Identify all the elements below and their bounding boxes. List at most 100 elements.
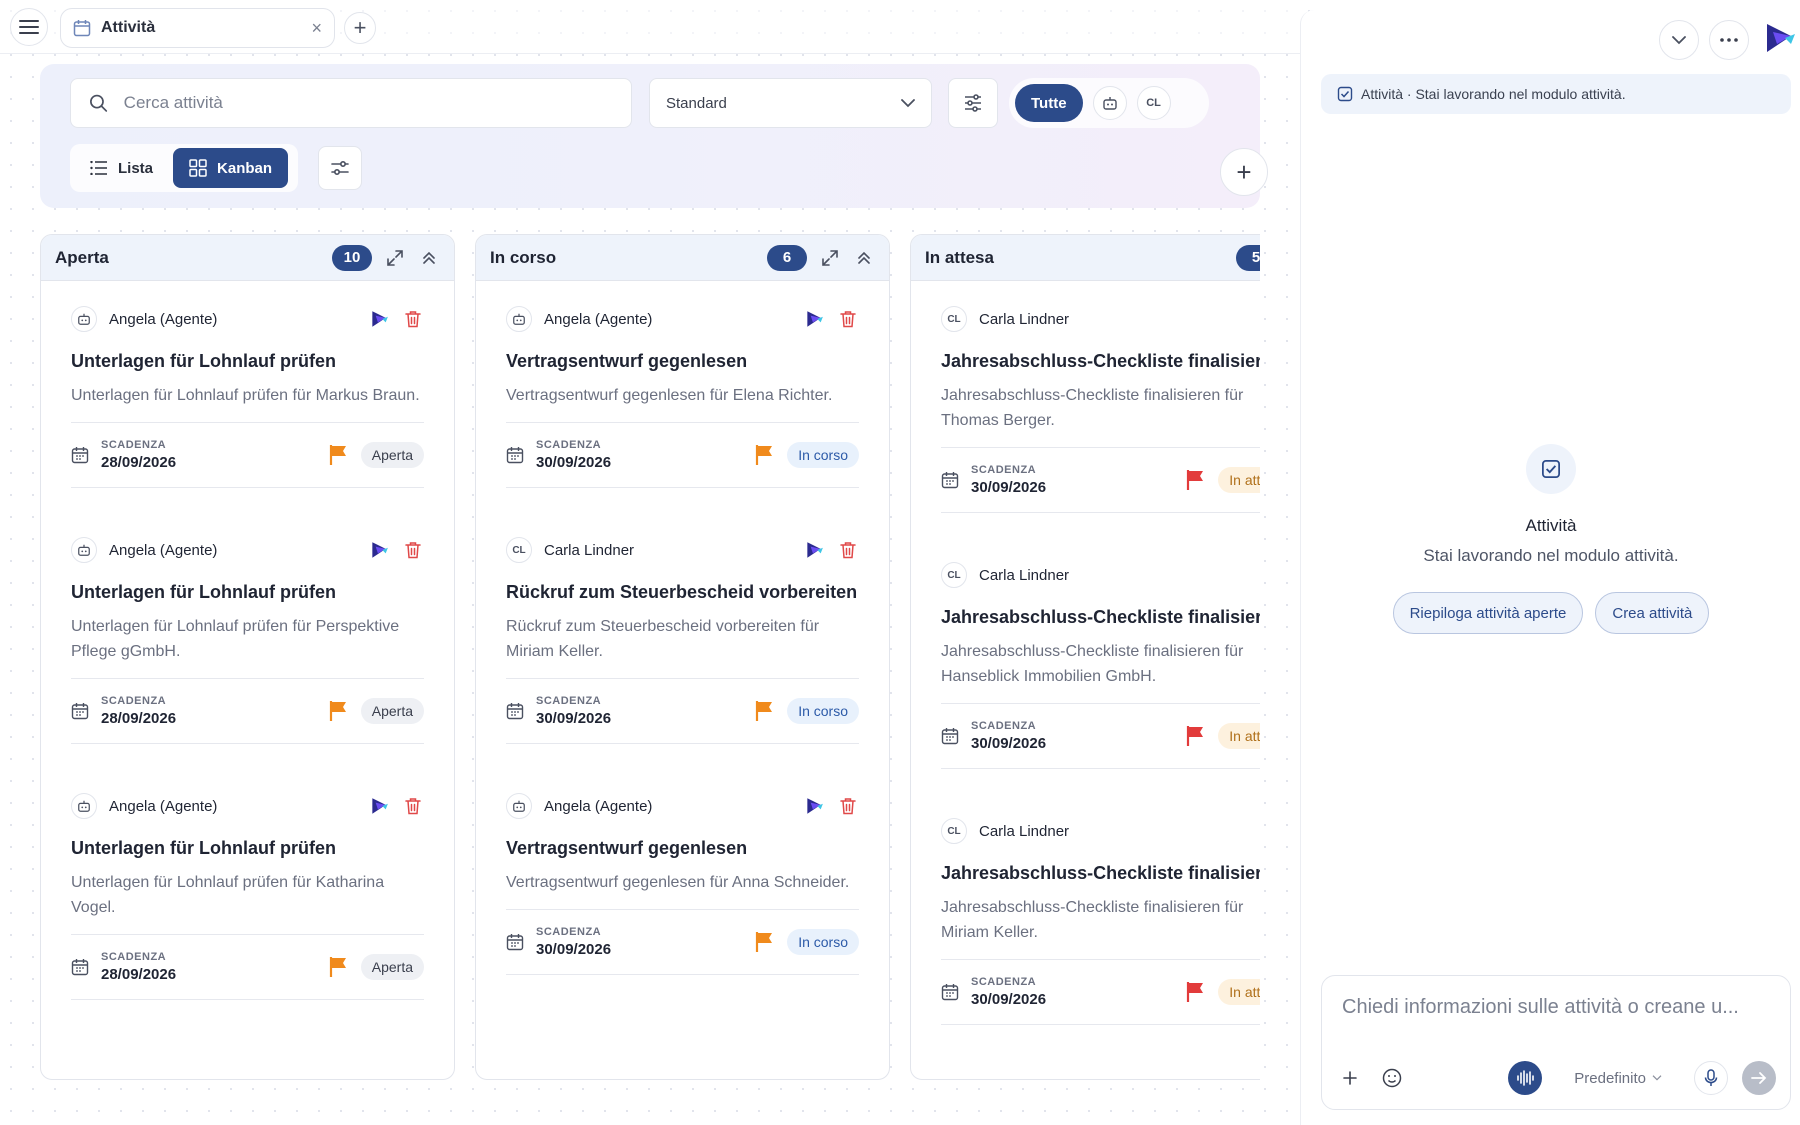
priority-flag[interactable]: [329, 956, 349, 978]
list-view-button[interactable]: Lista: [74, 148, 169, 188]
chevron-down-icon: [1672, 35, 1686, 44]
priority-flag[interactable]: [1186, 981, 1206, 1003]
view-select[interactable]: Standard: [649, 78, 932, 128]
voice-mode-button[interactable]: [1508, 1061, 1543, 1095]
status-badge[interactable]: In corso: [787, 929, 859, 955]
delete-task-button[interactable]: [402, 795, 424, 817]
card-title: Jahresabschluss-Checkliste finalisieren: [941, 351, 1260, 371]
card-footer: SCADENZA 30/09/2026 In attesa: [941, 447, 1260, 513]
status-badge[interactable]: In corso: [787, 442, 859, 468]
task-card[interactable]: Angela (Agente) Unterlagen für Lohnlauf p…: [71, 530, 424, 744]
card-title: Unterlagen für Lohnlauf prüfen: [71, 582, 336, 602]
column-count-badge: 6: [767, 244, 807, 271]
tab-label: Attività: [101, 19, 156, 36]
card-footer: SCADENZA 30/09/2026 In corso: [506, 422, 859, 488]
calendar-icon: [941, 472, 959, 489]
task-card[interactable]: CL Carla Lindner Jahresabschluss-Checklist…: [941, 299, 1260, 513]
status-badge[interactable]: In corso: [787, 698, 859, 724]
task-card[interactable]: CL Carla Lindner Rückruf zum Steuerbeschei…: [506, 530, 859, 744]
trash-icon: [405, 542, 421, 559]
collapse-panel-button[interactable]: [1659, 20, 1699, 60]
column-header: Aperta 10: [41, 235, 454, 281]
filter-settings-button[interactable]: [948, 78, 998, 128]
assistant-action-button[interactable]: [803, 539, 825, 561]
status-badge[interactable]: Aperta: [360, 954, 424, 980]
task-card[interactable]: Angela (Agente) Vertragsentwurf gegenlese…: [506, 786, 859, 975]
close-icon[interactable]: ×: [311, 18, 322, 39]
filter-user-button[interactable]: CL: [1136, 86, 1171, 120]
task-card[interactable]: Angela (Agente) Unterlagen für Lohnlauf p…: [71, 786, 424, 1000]
assistant-action-button[interactable]: [368, 308, 390, 330]
send-button[interactable]: [1742, 1061, 1776, 1095]
card-assignee: Angela (Agente): [544, 797, 653, 815]
model-select[interactable]: Predefinito: [1556, 1070, 1680, 1087]
priority-flag[interactable]: [1186, 469, 1206, 491]
add-task-button[interactable]: +: [1220, 148, 1268, 196]
tab-attivita[interactable]: Attività ×: [60, 8, 335, 48]
flag-icon: [329, 957, 346, 977]
priority-flag[interactable]: [755, 931, 775, 953]
assistant-action-button[interactable]: [368, 795, 390, 817]
attach-button[interactable]: [1336, 1064, 1364, 1092]
calendar-icon: [73, 20, 91, 37]
status-badge[interactable]: In attesa: [1218, 467, 1260, 493]
expand-column-button[interactable]: [384, 247, 406, 269]
emoji-button[interactable]: [1378, 1064, 1406, 1092]
status-badge[interactable]: Aperta: [360, 698, 424, 724]
task-card[interactable]: Angela (Agente) Vertragsentwurf gegenlese…: [506, 299, 859, 488]
priority-flag[interactable]: [1186, 725, 1206, 747]
status-badge[interactable]: In attesa: [1218, 979, 1260, 1005]
priority-flag[interactable]: [755, 700, 775, 722]
task-card[interactable]: CL Carla Lindner Jahresabschluss-Checklist…: [941, 555, 1260, 769]
delete-task-button[interactable]: [402, 539, 424, 561]
card-footer: SCADENZA 30/09/2026 In corso: [506, 909, 859, 975]
status-badge[interactable]: Aperta: [360, 442, 424, 468]
arrow-right-icon: [1751, 1072, 1767, 1084]
card-footer: SCADENZA 28/09/2026 Aperta: [71, 422, 424, 488]
user-avatar: CL: [941, 818, 967, 844]
add-tab-button[interactable]: +: [344, 12, 376, 44]
assistant-action-button[interactable]: [803, 308, 825, 330]
sliders-icon: [965, 94, 981, 112]
card-assignee: Carla Lindner: [544, 541, 635, 559]
delete-task-button[interactable]: [837, 308, 859, 330]
user-avatar: CL: [941, 562, 967, 588]
assistant-action-button[interactable]: [803, 795, 825, 817]
menu-button[interactable]: [10, 8, 48, 46]
priority-flag[interactable]: [329, 700, 349, 722]
expand-column-button[interactable]: [819, 247, 841, 269]
status-badge[interactable]: In attesa: [1218, 723, 1260, 749]
calendar-icon: [71, 447, 89, 464]
task-card[interactable]: Angela (Agente) Unterlagen für Lohnlauf p…: [71, 299, 424, 488]
view-select-value: Standard: [666, 94, 727, 112]
waveform-icon: [1517, 1070, 1535, 1086]
toggle-settings-icon: [331, 160, 349, 176]
assistant-action-button[interactable]: [368, 539, 390, 561]
priority-flag[interactable]: [329, 444, 349, 466]
collapse-column-button[interactable]: [853, 247, 875, 269]
board-settings-button[interactable]: [318, 146, 362, 190]
suggestion-create-button[interactable]: Crea attività: [1595, 592, 1710, 634]
mic-button[interactable]: [1694, 1061, 1728, 1095]
priority-flag[interactable]: [755, 444, 775, 466]
more-options-button[interactable]: [1709, 20, 1749, 60]
search-input[interactable]: [123, 93, 613, 113]
task-card[interactable]: CL Carla Lindner Jahresabschluss-Checklist…: [941, 811, 1260, 1025]
collapse-column-button[interactable]: [418, 247, 440, 269]
trash-icon: [840, 798, 856, 815]
robot-icon: [78, 544, 90, 556]
filter-all-button[interactable]: Tutte: [1015, 84, 1083, 122]
due-label: SCADENZA: [971, 976, 1037, 988]
expand-icon: [387, 249, 403, 266]
chat-input[interactable]: Chiedi informazioni sulle attività o cre…: [1342, 996, 1772, 1019]
robot-icon: [1102, 97, 1117, 110]
delete-task-button[interactable]: [837, 795, 859, 817]
delete-task-button[interactable]: [402, 308, 424, 330]
filter-agent-button[interactable]: [1092, 86, 1127, 120]
calendar-icon: [506, 447, 524, 464]
assistant-logo-icon: [807, 542, 823, 558]
suggestion-summarize-button[interactable]: Riepiloga attività aperte: [1392, 592, 1584, 634]
agent-avatar: [71, 793, 97, 819]
delete-task-button[interactable]: [837, 539, 859, 561]
kanban-view-button[interactable]: Kanban: [173, 148, 289, 188]
